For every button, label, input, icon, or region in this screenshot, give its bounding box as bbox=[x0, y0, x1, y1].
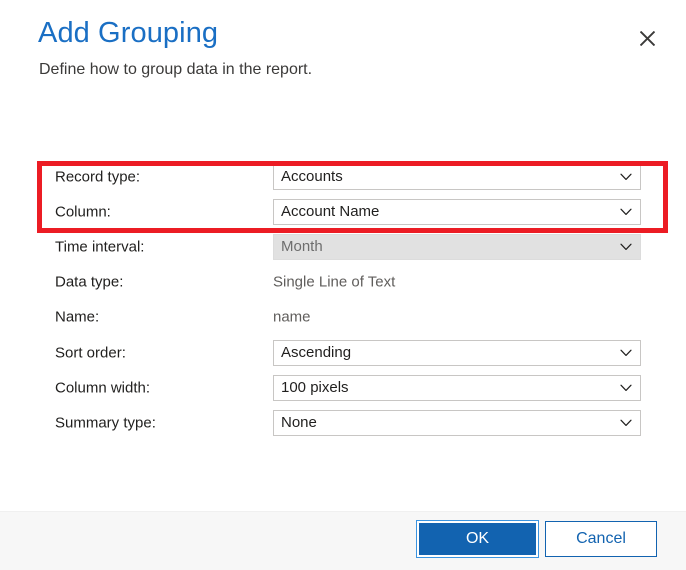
close-icon[interactable] bbox=[632, 24, 662, 52]
field-label: Name: bbox=[55, 308, 100, 326]
field-label: Data type: bbox=[55, 273, 124, 291]
record-type-dropdown[interactable]: Accounts bbox=[273, 164, 641, 190]
field-label: Record type: bbox=[55, 168, 141, 186]
dropdown-value: Account Name bbox=[281, 203, 380, 220]
dropdown-value: Accounts bbox=[281, 168, 343, 185]
dialog-subtitle: Define how to group data in the report. bbox=[39, 61, 313, 78]
summary-type-dropdown[interactable]: None bbox=[273, 410, 641, 436]
chevron-down-icon bbox=[616, 243, 636, 251]
page-title: Add Grouping bbox=[38, 17, 219, 49]
name-value: name bbox=[273, 308, 311, 326]
ok-button[interactable]: OK bbox=[416, 520, 539, 558]
add-grouping-dialog: Add Grouping Define how to group data in… bbox=[0, 0, 686, 570]
dropdown-value: None bbox=[281, 414, 317, 431]
chevron-down-icon bbox=[616, 173, 636, 181]
column-dropdown[interactable]: Account Name bbox=[273, 199, 641, 225]
form-row: Sort order: Ascending bbox=[0, 336, 686, 370]
dialog-footer: OK Cancel bbox=[0, 511, 686, 570]
form-row: Name: name bbox=[0, 300, 686, 334]
chevron-down-icon bbox=[616, 419, 636, 427]
cancel-button[interactable]: Cancel bbox=[545, 521, 657, 557]
chevron-down-icon bbox=[616, 349, 636, 357]
field-label: Time interval: bbox=[55, 238, 145, 256]
column-width-dropdown[interactable]: 100 pixels bbox=[273, 375, 641, 401]
field-label: Column width: bbox=[55, 379, 151, 397]
form-row: Record type: Accounts bbox=[0, 160, 686, 194]
form-row: Time interval: Month bbox=[0, 230, 686, 264]
chevron-down-icon bbox=[616, 384, 636, 392]
chevron-down-icon bbox=[616, 208, 636, 216]
form-row: Column: Account Name bbox=[0, 195, 686, 229]
time-interval-dropdown: Month bbox=[273, 234, 641, 260]
form-row: Summary type: None bbox=[0, 406, 686, 440]
data-type-value: Single Line of Text bbox=[273, 273, 396, 291]
field-label: Column: bbox=[55, 203, 111, 221]
form-row: Column width: 100 pixels bbox=[0, 371, 686, 405]
dialog-header: Add Grouping Define how to group data in… bbox=[0, 0, 686, 110]
dropdown-value: Ascending bbox=[281, 344, 352, 361]
dropdown-value: 100 pixels bbox=[281, 379, 349, 396]
form-row: Data type: Single Line of Text bbox=[0, 265, 686, 299]
field-label: Sort order: bbox=[55, 344, 126, 362]
dropdown-value: Month bbox=[281, 238, 323, 255]
sort-order-dropdown[interactable]: Ascending bbox=[273, 340, 641, 366]
field-label: Summary type: bbox=[55, 414, 156, 432]
